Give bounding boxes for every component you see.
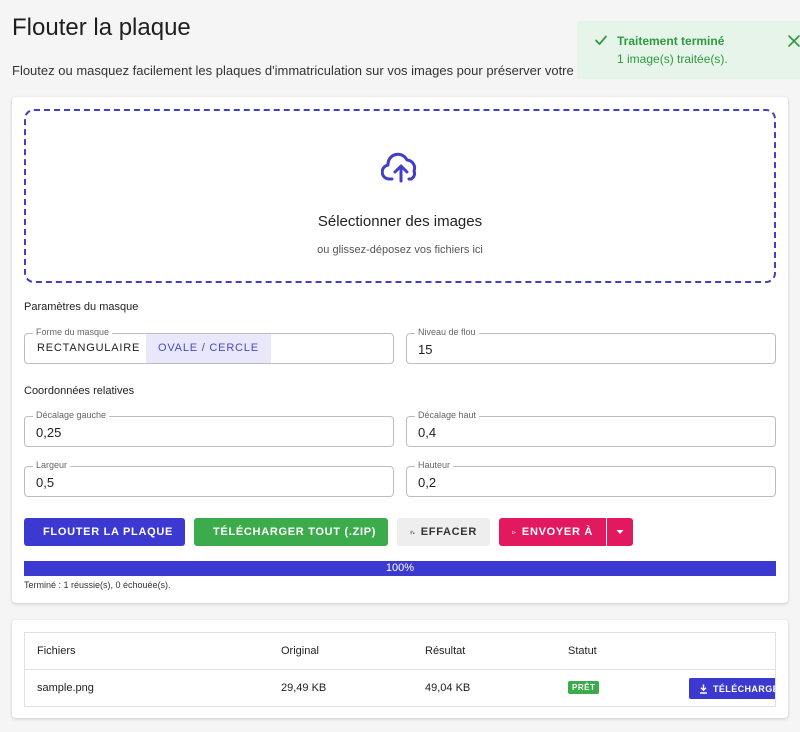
- caret-down-icon: [616, 530, 624, 534]
- send-icon: [512, 530, 516, 534]
- offset-top-label: Décalage haut: [415, 410, 480, 420]
- shape-rectangular-option[interactable]: RECTANGULAIRE: [25, 334, 152, 363]
- files-card: Fichiers Original Résultat Statut sample…: [12, 620, 788, 718]
- page-title: Flouter la plaque: [12, 14, 191, 41]
- download-file-button[interactable]: TÉLÉCHARGER: [689, 678, 775, 699]
- result-size-cell: 49,04 KB: [425, 682, 471, 694]
- progress-bar: 100%: [24, 561, 776, 576]
- blur-level-field[interactable]: Niveau de flou 15: [406, 327, 776, 364]
- offset-left-field[interactable]: Décalage gauche 0,25: [24, 410, 394, 447]
- toast-message: 1 image(s) traitée(s).: [617, 52, 728, 66]
- shape-oval-option[interactable]: OVALE / CERCLE: [146, 334, 271, 363]
- offset-left-label: Décalage gauche: [33, 410, 110, 420]
- download-file-label: TÉLÉCHARGER: [713, 683, 775, 694]
- download-zip-label: TÉLÉCHARGER TOUT (.ZIP): [213, 526, 377, 538]
- coords-section-label: Coordonnées relatives: [24, 385, 135, 397]
- original-size-cell: 29,49 KB: [281, 682, 327, 694]
- clear-button[interactable]: EFFACER: [397, 518, 490, 546]
- mask-settings-label: Paramètres du masque: [24, 301, 139, 313]
- file-name-cell: sample.png: [37, 682, 94, 694]
- success-toast: Traitement terminé 1 image(s) traitée(s)…: [577, 21, 800, 79]
- offset-left-value: 0,25: [36, 425, 62, 440]
- image-dropzone[interactable]: Sélectionner des images ou glissez-dépos…: [24, 109, 776, 283]
- send-to-dropdown-button[interactable]: [607, 518, 633, 546]
- clear-label: EFFACER: [420, 526, 477, 538]
- col-header-original: Original: [281, 645, 319, 657]
- height-label: Hauteur: [415, 460, 454, 470]
- send-to-label: ENVOYER À: [521, 526, 593, 538]
- page-subtitle: Floutez ou masquez facilement les plaque…: [12, 63, 594, 78]
- blur-plate-label: FLOUTER LA PLAQUE: [43, 526, 174, 538]
- offset-top-field[interactable]: Décalage haut 0,4: [406, 410, 776, 447]
- col-header-status: Statut: [568, 645, 597, 657]
- height-value: 0,2: [418, 475, 437, 490]
- dropzone-title: Sélectionner des images: [317, 213, 483, 230]
- height-field[interactable]: Hauteur 0,2: [406, 460, 776, 497]
- blur-level-value: 15: [418, 342, 433, 357]
- download-zip-button[interactable]: TÉLÉCHARGER TOUT (.ZIP): [194, 518, 388, 546]
- width-field[interactable]: Largeur 0,5: [24, 460, 394, 497]
- check-icon: [595, 35, 607, 45]
- blur-level-label: Niveau de flou: [415, 327, 479, 337]
- download-icon: [700, 684, 707, 694]
- mask-shape-toggle: Forme du masque RECTANGULAIRE OVALE / CE…: [24, 327, 394, 364]
- width-label: Largeur: [33, 460, 71, 470]
- progress-status-text: Terminé : 1 réussie(s), 0 échouée(s).: [24, 580, 171, 590]
- settings-card: Sélectionner des images ou glissez-dépos…: [12, 97, 788, 603]
- width-value: 0,5: [36, 475, 55, 490]
- cloud-upload-icon: [381, 152, 417, 183]
- close-icon[interactable]: [787, 34, 800, 48]
- progress-label: 100%: [385, 562, 415, 574]
- status-badge: PRÊT: [568, 681, 600, 694]
- col-header-result: Résultat: [425, 645, 466, 657]
- toast-title: Traitement terminé: [617, 34, 725, 48]
- dropzone-subtitle: ou glissez-déposez vos fichiers ici: [317, 244, 483, 256]
- blur-plate-button[interactable]: FLOUTER LA PLAQUE: [24, 518, 185, 546]
- offset-top-value: 0,4: [418, 425, 437, 440]
- files-table: Fichiers Original Résultat Statut sample…: [24, 632, 776, 707]
- col-header-files: Fichiers: [37, 645, 76, 657]
- send-to-button[interactable]: ENVOYER À: [499, 518, 606, 546]
- clear-list-icon: [410, 530, 415, 534]
- header-divider: [25, 669, 775, 670]
